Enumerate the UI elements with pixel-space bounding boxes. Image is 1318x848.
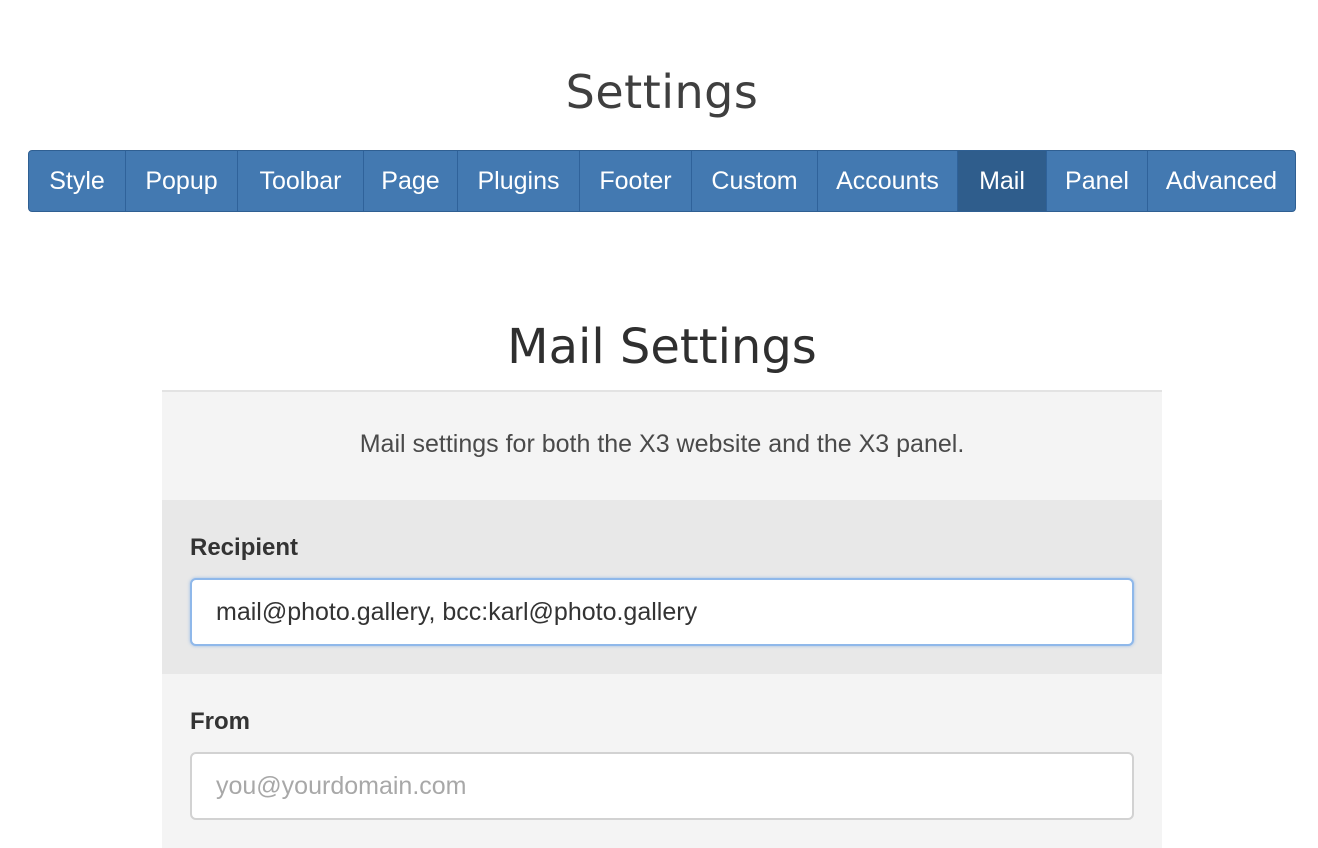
tab-plugins[interactable]: Plugins: [458, 151, 580, 211]
from-field-row: From: [162, 674, 1162, 848]
tab-footer[interactable]: Footer: [580, 151, 692, 211]
tab-custom[interactable]: Custom: [692, 151, 818, 211]
mail-settings-panel: Mail settings for both the X3 website an…: [162, 390, 1162, 848]
recipient-input[interactable]: [190, 578, 1134, 646]
tab-toolbar[interactable]: Toolbar: [238, 151, 364, 211]
tab-page[interactable]: Page: [364, 151, 458, 211]
from-label: From: [190, 708, 250, 735]
tab-accounts[interactable]: Accounts: [818, 151, 958, 211]
tab-style[interactable]: Style: [29, 151, 126, 211]
from-input[interactable]: [190, 752, 1134, 820]
recipient-label: Recipient: [190, 534, 299, 561]
section-title: Mail Settings: [507, 318, 817, 375]
recipient-field-row: Recipient: [162, 500, 1162, 674]
settings-tab-bar: Style Popup Toolbar Page Plugins Footer …: [28, 150, 1296, 212]
tab-popup[interactable]: Popup: [126, 151, 238, 211]
panel-description: Mail settings for both the X3 website an…: [359, 430, 965, 458]
tab-panel[interactable]: Panel: [1047, 151, 1148, 211]
tab-mail[interactable]: Mail: [958, 151, 1047, 211]
page-title: Settings: [565, 64, 759, 119]
tab-advanced[interactable]: Advanced: [1148, 151, 1295, 211]
